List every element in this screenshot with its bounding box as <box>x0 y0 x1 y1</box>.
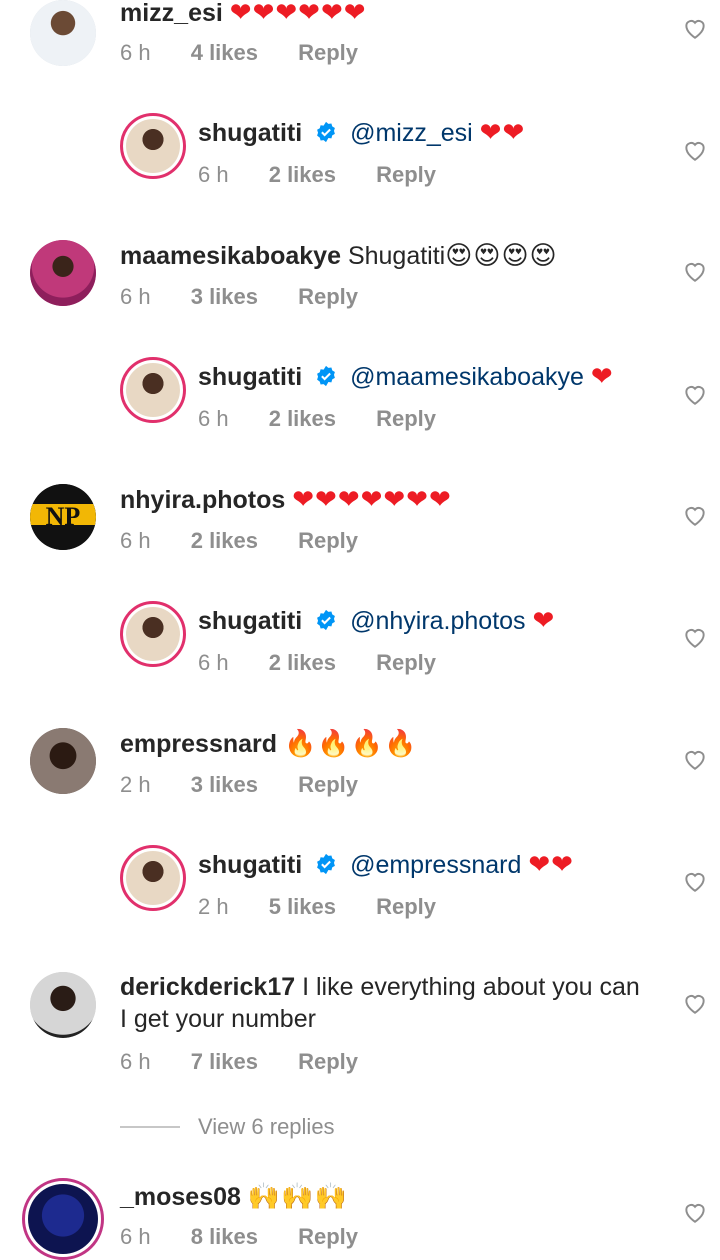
reply-button[interactable]: Reply <box>376 162 436 187</box>
comment-time: 2 h <box>198 894 229 919</box>
heart-outline-icon[interactable] <box>682 1200 708 1224</box>
verified-badge-icon <box>317 853 336 875</box>
likes-count[interactable]: 5 likes <box>269 894 336 919</box>
avatar[interactable] <box>120 845 186 911</box>
reply-button[interactable]: Reply <box>376 650 436 675</box>
username[interactable]: shugatiti <box>198 607 302 635</box>
likes-count[interactable]: 2 likes <box>269 406 336 431</box>
reply-button[interactable]: Reply <box>376 894 436 919</box>
username[interactable]: nhyira.photos <box>120 486 285 514</box>
verified-badge-icon <box>317 609 336 631</box>
verified-badge-icon <box>317 365 336 387</box>
comment-time: 6 h <box>120 40 151 65</box>
heart-outline-icon[interactable] <box>682 138 708 162</box>
username[interactable]: shugatiti <box>198 851 302 879</box>
mention-link[interactable]: @empressnard <box>350 851 521 879</box>
logo-text: NP <box>45 502 81 531</box>
likes-count[interactable]: 8 likes <box>191 1224 258 1249</box>
avatar[interactable] <box>120 357 186 423</box>
comment-emoji: ❤❤ <box>479 117 526 147</box>
username[interactable]: shugatiti <box>198 119 302 147</box>
comment-text: Shugatiti <box>347 242 446 270</box>
likes-count[interactable]: 4 likes <box>191 40 258 65</box>
avatar[interactable] <box>22 1178 104 1260</box>
comment-emoji: 🙌🙌🙌 <box>247 1181 349 1211</box>
comment-emoji: ❤ <box>532 605 556 635</box>
heart-outline-icon[interactable] <box>682 625 708 649</box>
mention-link[interactable]: @mizz_esi <box>350 119 473 147</box>
likes-count[interactable]: 2 likes <box>269 650 336 675</box>
comment-emoji: 😍😍😍😍 <box>445 240 558 270</box>
reply-button[interactable]: Reply <box>376 406 436 431</box>
username[interactable]: shugatiti <box>198 363 302 391</box>
avatar[interactable] <box>120 113 186 179</box>
username[interactable]: maamesikaboakye <box>120 242 341 270</box>
likes-count[interactable]: 3 likes <box>191 772 258 797</box>
reply-button[interactable]: Reply <box>298 528 358 553</box>
reply-button[interactable]: Reply <box>298 1049 358 1074</box>
username[interactable]: mizz_esi <box>120 0 223 27</box>
comment-time: 2 h <box>120 772 151 797</box>
avatar[interactable] <box>30 728 96 794</box>
likes-count[interactable]: 2 likes <box>269 162 336 187</box>
comment-emoji: ❤❤❤❤❤❤❤ <box>292 484 452 514</box>
comment-time: 6 h <box>120 1224 151 1249</box>
heart-outline-icon[interactable] <box>682 259 708 283</box>
avatar[interactable]: NP <box>30 484 96 550</box>
heart-outline-icon[interactable] <box>682 382 708 406</box>
reply-button[interactable]: Reply <box>298 1224 358 1249</box>
comment-emoji: ❤ <box>590 361 614 391</box>
heart-outline-icon[interactable] <box>682 991 708 1015</box>
likes-count[interactable]: 7 likes <box>191 1049 258 1074</box>
view-replies-button[interactable]: View 6 replies <box>120 1112 335 1142</box>
likes-count[interactable]: 2 likes <box>191 528 258 553</box>
comment-emoji: ❤❤❤❤❤❤ <box>229 0 367 27</box>
view-replies-label: View 6 replies <box>198 1114 335 1139</box>
comment-time: 6 h <box>198 650 229 675</box>
avatar[interactable] <box>30 0 96 66</box>
heart-outline-icon[interactable] <box>682 869 708 893</box>
username[interactable]: derickderick17 <box>120 973 295 1001</box>
comment-time: 6 h <box>120 284 151 309</box>
comment-time: 6 h <box>198 162 229 187</box>
comment-emoji: 🔥🔥🔥🔥 <box>283 728 418 758</box>
comment-time: 6 h <box>198 406 229 431</box>
avatar[interactable] <box>30 972 96 1038</box>
mention-link[interactable]: @nhyira.photos <box>350 607 525 635</box>
reply-button[interactable]: Reply <box>298 40 358 65</box>
likes-count[interactable]: 3 likes <box>191 284 258 309</box>
comment-time: 6 h <box>120 1049 151 1074</box>
mention-link[interactable]: @maamesikaboakye <box>350 363 584 391</box>
verified-badge-icon <box>317 121 336 143</box>
reply-button[interactable]: Reply <box>298 284 358 309</box>
divider <box>120 1126 180 1128</box>
heart-outline-icon[interactable] <box>682 503 708 527</box>
heart-outline-icon[interactable] <box>682 16 708 40</box>
username[interactable]: _moses08 <box>120 1183 241 1211</box>
heart-outline-icon[interactable] <box>682 747 708 771</box>
comment-emoji: ❤❤ <box>528 849 574 879</box>
avatar[interactable] <box>120 601 186 667</box>
comment-time: 6 h <box>120 528 151 553</box>
username[interactable]: empressnard <box>120 730 277 758</box>
avatar[interactable] <box>30 240 96 306</box>
reply-button[interactable]: Reply <box>298 772 358 797</box>
